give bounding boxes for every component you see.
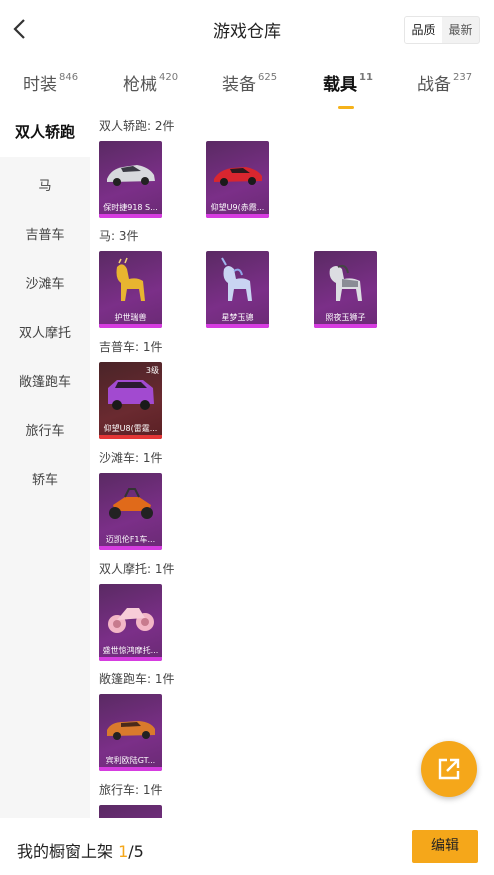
rarity-bar xyxy=(99,435,162,439)
sidebar-item-coupe[interactable]: 双人轿跑 xyxy=(0,108,90,157)
tab-label: 战备 xyxy=(417,75,451,95)
sidebar-item-convertible[interactable]: 敞篷跑车 xyxy=(0,371,90,390)
item-card[interactable]: 盛世惊鸿摩托... xyxy=(99,584,162,661)
category-header: 双人摩托: 1件 xyxy=(99,562,175,576)
tab-vehicles[interactable]: 载具 11 xyxy=(323,70,373,109)
sidebar-item-motorcycle[interactable]: 双人摩托 xyxy=(0,322,90,341)
external-link-icon xyxy=(438,758,460,780)
golden-qilin-icon xyxy=(116,257,145,301)
sort-newest-button[interactable]: 最新 xyxy=(442,17,479,43)
buggy-icon xyxy=(109,488,153,519)
rarity-bar xyxy=(99,546,162,550)
sidebar-item-wagon[interactable]: 旅行车 xyxy=(0,420,90,439)
footer: 我的橱窗上架 1/5 编辑 xyxy=(0,818,494,875)
item-name: 保时捷918 S... xyxy=(103,203,158,212)
unicorn-icon xyxy=(221,257,252,301)
item-name: 仰望U9(赤霞... xyxy=(210,203,265,212)
rarity-bar xyxy=(99,324,162,328)
rarity-bar xyxy=(314,324,377,328)
item-card[interactable]: 3级 仰望U8(雷霆... xyxy=(99,362,162,439)
tab-count: 625 xyxy=(258,72,278,84)
tab-label: 时装 xyxy=(23,75,57,95)
share-button[interactable] xyxy=(421,741,477,797)
header: 游戏仓库 品质 最新 xyxy=(0,0,494,58)
showcase-label: 我的橱窗上架 xyxy=(17,842,119,861)
rarity-bar xyxy=(99,657,162,661)
category-tabs: 时装 846 枪械 420 装备 625 载具 11 战备 237 xyxy=(0,58,494,109)
item-card[interactable]: 宾利欧陆GT... xyxy=(99,694,162,771)
armored-horse-icon xyxy=(329,264,362,301)
tab-combat-prep[interactable]: 战备 237 xyxy=(417,70,472,95)
sort-toggle: 品质 最新 xyxy=(404,16,480,44)
tab-label: 装备 xyxy=(222,75,256,95)
item-card[interactable]: 照夜玉狮子 xyxy=(314,251,377,328)
edit-button[interactable]: 编辑 xyxy=(412,830,478,863)
tab-count: 846 xyxy=(59,72,79,84)
item-name: 星梦玉骢 xyxy=(221,313,254,322)
item-card[interactable] xyxy=(99,805,162,818)
tab-equipment[interactable]: 装备 625 xyxy=(222,70,277,95)
sidebar-item-horse[interactable]: 马 xyxy=(0,175,90,194)
item-card[interactable]: 保时捷918 S... xyxy=(99,141,162,218)
pink-motorcycle-icon xyxy=(108,608,154,633)
rarity-bar xyxy=(99,767,162,771)
tab-fashion[interactable]: 时装 846 xyxy=(23,70,78,95)
item-name: 照夜玉狮子 xyxy=(325,313,366,322)
item-list: 双人轿跑: 2件 保时捷918 S... 仰望U9(赤霞... 马: 3件 护世… xyxy=(90,108,494,818)
item-name: 迈凯伦F1车... xyxy=(105,535,156,544)
purple-suv-icon xyxy=(108,380,154,410)
tab-label: 载具 xyxy=(323,75,357,95)
category-header: 敞篷跑车: 1件 xyxy=(99,672,175,686)
category-header: 旅行车: 1件 xyxy=(99,783,163,797)
item-card[interactable]: 护世瑞兽 xyxy=(99,251,162,328)
rarity-bar xyxy=(206,214,269,218)
sidebar-item-beach-buggy[interactable]: 沙滩车 xyxy=(0,273,90,292)
category-header: 吉普车: 1件 xyxy=(99,340,163,354)
rarity-bar xyxy=(206,324,269,328)
showcase-current-count: 1 xyxy=(118,842,129,861)
sort-quality-button[interactable]: 品质 xyxy=(405,17,442,43)
red-sports-car-icon xyxy=(214,167,262,186)
tab-label: 枪械 xyxy=(123,75,157,95)
showcase-total: /5 xyxy=(128,842,144,861)
silver-sports-car-icon xyxy=(107,165,155,186)
item-name: 宾利欧陆GT... xyxy=(105,756,156,765)
item-name: 仰望U8(雷霆... xyxy=(103,424,158,433)
showcase-status: 我的橱窗上架 1/5 xyxy=(17,838,144,862)
item-name: 护世瑞兽 xyxy=(114,313,147,322)
item-card[interactable]: 迈凯伦F1车... xyxy=(99,473,162,550)
item-name: 盛世惊鸿摩托... xyxy=(102,646,159,655)
sidebar: 双人轿跑 马 吉普车 沙滩车 双人摩托 敞篷跑车 旅行车 轿车 xyxy=(0,108,90,818)
sidebar-item-sedan[interactable]: 轿车 xyxy=(0,469,90,488)
category-header: 双人轿跑: 2件 xyxy=(99,119,175,133)
tab-count: 11 xyxy=(359,72,373,84)
category-header: 马: 3件 xyxy=(99,229,139,243)
sidebar-item-jeep[interactable]: 吉普车 xyxy=(0,224,90,243)
item-card[interactable]: 星梦玉骢 xyxy=(206,251,269,328)
tab-guns[interactable]: 枪械 420 xyxy=(123,70,178,95)
category-header: 沙滩车: 1件 xyxy=(99,451,163,465)
tab-count: 420 xyxy=(159,72,179,84)
tab-count: 237 xyxy=(453,72,473,84)
orange-convertible-icon xyxy=(107,721,155,740)
rarity-bar xyxy=(99,214,162,218)
item-card[interactable]: 仰望U9(赤霞... xyxy=(206,141,269,218)
